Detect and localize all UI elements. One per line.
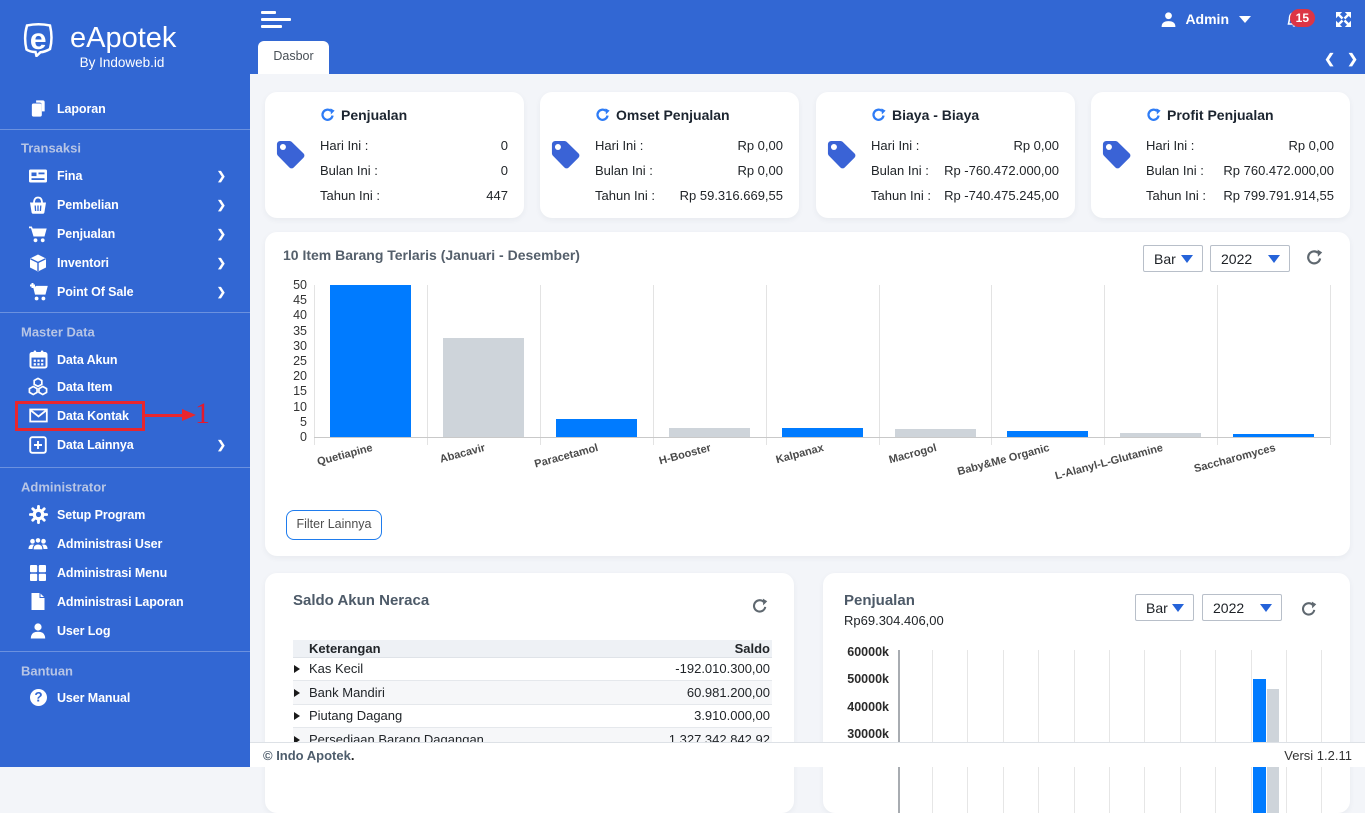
svg-text:?: ? [34, 690, 42, 705]
svg-text:e: e [30, 23, 47, 56]
